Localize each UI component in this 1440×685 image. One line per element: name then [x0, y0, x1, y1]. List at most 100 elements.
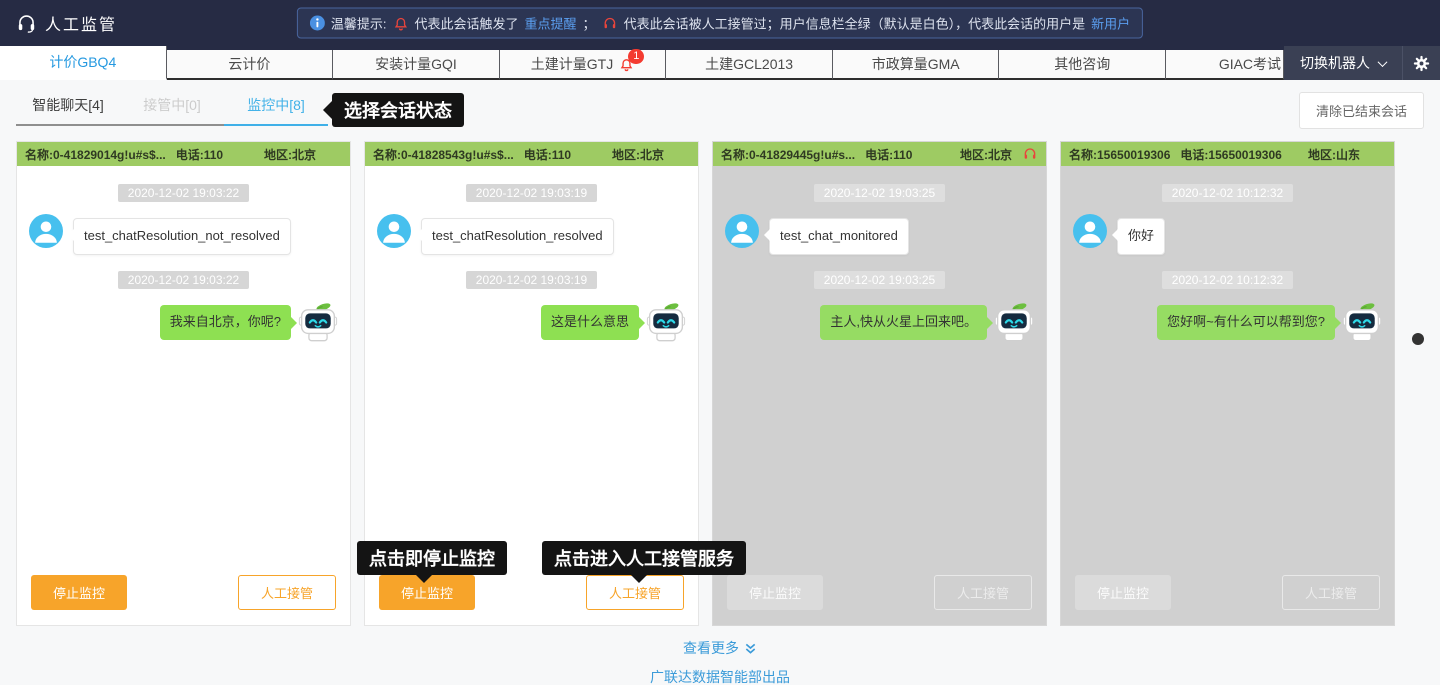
tab-土建计量GTJ[interactable]: 土建计量GTJ1: [500, 50, 667, 80]
session-name: 名称:15650019306: [1069, 146, 1170, 163]
switch-robot-button[interactable]: 切换机器人: [1284, 46, 1402, 80]
tab-云计价[interactable]: 云计价: [167, 50, 334, 80]
user-avatar: [377, 214, 411, 248]
clear-finished-button[interactable]: 清除已结束会话: [1299, 92, 1424, 129]
session-region: 地区:北京: [264, 146, 316, 163]
timestamp: 2020-12-02 19:03:19: [466, 271, 597, 289]
credit-text: 广联达数据智能部出品: [650, 667, 790, 685]
subtab-接管中[0][interactable]: 接管中[0]: [120, 92, 224, 126]
gear-icon: [1413, 55, 1430, 72]
top-bar: 人工监管 温馨提示: 代表此会话触发了 重点提醒 ； 代表此会话被人工接管过；用…: [0, 0, 1440, 46]
bot-message-row: 我来自北京，你呢?: [29, 301, 338, 344]
session-phone: 电话:110: [865, 146, 912, 163]
tab-土建GCL2013[interactable]: 土建GCL2013: [666, 50, 833, 80]
tab-label: GIAC考试: [1219, 54, 1281, 74]
user-message-row: test_chat_monitored: [725, 214, 1034, 255]
session-name: 名称:0-41829014g!u#s$...: [25, 146, 166, 163]
session-name: 名称:0-41828543g!u#s$...: [373, 146, 514, 163]
callout-arrow-down: [415, 574, 433, 583]
user-message: test_chatResolution_not_resolved: [73, 218, 291, 255]
manual-takeover-button[interactable]: 人工接管: [238, 575, 336, 610]
bell-icon: [393, 15, 409, 31]
view-more-link[interactable]: 查看更多: [683, 638, 757, 658]
floating-dot-handle[interactable]: [1412, 333, 1424, 345]
page-title: 人工监管: [45, 11, 117, 35]
tab-strip: 计价GBQ4 云计价 安装计量GQI 土建计量GTJ1 土建GCL2013 市政算量GMA…: [0, 46, 1284, 80]
info-icon: [310, 16, 325, 31]
card-header: 名称:0-41828543g!u#s$... 电话:110 地区:北京: [365, 142, 698, 166]
takeover-headset-icon: [1022, 146, 1038, 162]
card-header: 名称:0-41829014g!u#s$... 电话:110 地区:北京: [17, 142, 350, 166]
manual-takeover-button[interactable]: 人工接管: [1282, 575, 1380, 610]
tip-bell-text: 代表此会话触发了: [415, 14, 519, 33]
new-user-link[interactable]: 新用户: [1091, 14, 1130, 33]
chat-messages[interactable]: 2020-12-02 19:03:25test_chat_monitored20…: [713, 166, 1046, 575]
user-message: test_chatResolution_resolved: [421, 218, 614, 255]
subtab-智能聊天[4][interactable]: 智能聊天[4]: [16, 92, 120, 126]
robot-avatar: [1342, 301, 1382, 344]
settings-button[interactable]: [1402, 46, 1440, 80]
headset-logo-icon: [16, 13, 37, 34]
tab-计价GBQ4[interactable]: 计价GBQ4: [0, 46, 167, 80]
callout-stop-monitor: 点击即停止监控: [357, 541, 507, 575]
robot-avatar: [298, 301, 338, 344]
tab-其他咨询[interactable]: 其他咨询: [999, 50, 1166, 80]
timestamp: 2020-12-02 19:03:22: [118, 271, 249, 289]
session-region: 地区:北京: [612, 146, 664, 163]
stop-monitor-button[interactable]: 停止监控: [31, 575, 127, 610]
card-header: 名称:0-41829445g!u#s... 电话:110 地区:北京: [713, 142, 1046, 166]
user-avatar: [29, 214, 63, 248]
important-reminder-link[interactable]: 重点提醒: [525, 14, 577, 33]
tab-安装计量GQI[interactable]: 安装计量GQI: [333, 50, 500, 80]
session-phone: 电话:110: [524, 146, 571, 163]
tab-label: 安装计量GQI: [375, 54, 457, 74]
double-chevron-down-icon: [744, 642, 757, 655]
timestamp: 2020-12-02 19:03:25: [814, 184, 945, 202]
user-message-row: test_chatResolution_resolved: [377, 214, 686, 255]
product-tab-bar: 计价GBQ4 云计价 安装计量GQI 土建计量GTJ1 土建GCL2013 市政算量GMA…: [0, 46, 1440, 80]
alert-bell-icon: 1: [619, 57, 634, 72]
chat-messages[interactable]: 2020-12-02 19:03:19 test_chatResolution_r…: [365, 166, 698, 575]
robot-avatar: [646, 301, 686, 344]
tab-label: 土建GCL2013: [705, 54, 793, 74]
timestamp: 2020-12-02 10:12:32: [1162, 271, 1293, 289]
tab-市政算量GMA[interactable]: 市政算量GMA: [833, 50, 1000, 80]
chevron-down-icon: [1378, 57, 1388, 67]
chat-messages[interactable]: 2020-12-02 10:12:32你好2020-12-02 10:12:32…: [1061, 166, 1394, 575]
user-avatar: [1073, 214, 1107, 248]
timestamp: 2020-12-02 19:03:19: [466, 184, 597, 202]
session-region: 地区:山东: [1308, 146, 1360, 163]
bot-message: 主人,快从火星上回来吧。: [820, 305, 987, 340]
card-actions: 停止监控 人工接管: [17, 575, 350, 625]
tab-label: 云计价: [228, 54, 270, 74]
headset-icon: [602, 15, 618, 31]
bot-message-row: 这是什么意思: [377, 301, 686, 344]
chat-card: 名称:15650019306 电话:15650019306 地区:山东 2020-12…: [1060, 141, 1395, 626]
tip-headset-text: 代表此会话被人工接管过；用户信息栏全绿（默认是白色），代表此会话的用户是: [624, 14, 1086, 33]
chat-card: 名称:0-41829445g!u#s... 电话:110 地区:北京 2020-12-…: [712, 141, 1047, 626]
session-phone: 电话:15650019306: [1180, 146, 1281, 163]
bot-message: 您好啊~有什么可以帮到您?: [1157, 305, 1335, 340]
manual-takeover-button[interactable]: 人工接管: [934, 575, 1032, 610]
tab-label: 市政算量GMA: [872, 54, 960, 74]
card-actions: 停止监控 人工接管: [713, 575, 1046, 625]
timestamp: 2020-12-02 10:12:32: [1162, 184, 1293, 202]
subtab-监控中[8][interactable]: 监控中[8]: [224, 92, 328, 126]
subtab-strip: 智能聊天[4]接管中[0]监控中[8]: [16, 92, 328, 126]
callout-arrow-down: [630, 574, 648, 583]
bot-message: 我来自北京，你呢?: [160, 305, 291, 340]
stop-monitor-button[interactable]: 停止监控: [1075, 575, 1171, 610]
user-avatar: [725, 214, 759, 248]
card-actions: 停止监控 人工接管: [1061, 575, 1394, 625]
session-name: 名称:0-41829445g!u#s...: [721, 146, 855, 163]
chat-messages[interactable]: 2020-12-02 19:03:22 test_chatResolution_n…: [17, 166, 350, 575]
user-message-row: test_chatResolution_not_resolved: [29, 214, 338, 255]
stop-monitor-button[interactable]: 停止监控: [727, 575, 823, 610]
session-phone: 电话:110: [176, 146, 223, 163]
bot-message: 这是什么意思: [541, 305, 639, 340]
session-region: 地区:北京: [960, 146, 1012, 163]
app-logo: 人工监管: [16, 11, 117, 35]
callout-enter-takeover: 点击进入人工接管服务: [542, 541, 746, 575]
tab-GIAC考试[interactable]: GIAC考试: [1166, 50, 1284, 80]
tab-label: 计价GBQ4: [49, 52, 116, 72]
